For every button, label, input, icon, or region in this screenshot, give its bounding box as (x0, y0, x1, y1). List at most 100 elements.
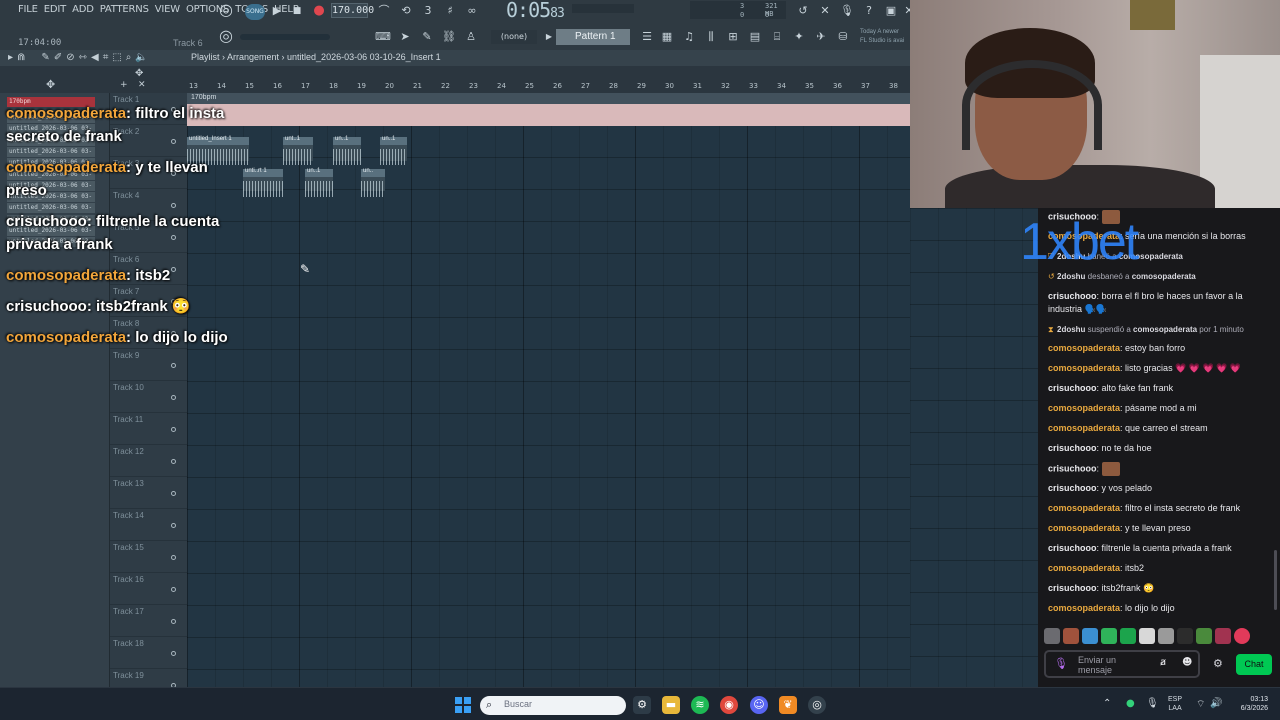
track-header[interactable]: Track 17 (110, 605, 187, 637)
blend-notes-icon[interactable]: ♯ (441, 3, 459, 19)
discord-icon[interactable]: ☺ (750, 696, 768, 714)
track-mute-icon[interactable] (171, 523, 176, 528)
paint-tool-icon[interactable]: ✐ (54, 52, 62, 63)
track-header[interactable]: Track 18 (110, 637, 187, 669)
undo-icon[interactable]: ↺ (794, 3, 812, 19)
chat-settings-icon[interactable]: ⚙ (1213, 657, 1223, 670)
settings-app-icon[interactable]: ⚙ (633, 696, 651, 714)
select-tool-icon[interactable]: ⬚ (112, 52, 121, 63)
volume-icon[interactable]: 🔊 (1210, 698, 1222, 709)
track-header[interactable]: Track 11 (110, 413, 187, 445)
loop-record-icon[interactable]: ∞ (463, 3, 481, 19)
plugin-db-icon[interactable]: ⌸ (768, 29, 786, 45)
tempo-display[interactable]: 170.000 (331, 3, 374, 18)
track-header[interactable]: Track 13 (110, 477, 187, 509)
menu-add[interactable]: ADD (72, 4, 94, 15)
stamp-icon[interactable]: ♙ (462, 29, 480, 45)
audio-clip[interactable]: unt..1 (283, 136, 313, 165)
menu-view[interactable]: VIEW (155, 4, 180, 15)
audio-clip[interactable]: unti..rt 1 (243, 168, 283, 197)
tray-status-icon[interactable]: ● (1126, 698, 1135, 709)
track-header[interactable]: Track 16 (110, 573, 187, 605)
emote-icon[interactable] (1044, 628, 1060, 644)
menu-patterns[interactable]: PATTERNS (100, 4, 149, 15)
emote-icon[interactable] (1139, 628, 1155, 644)
taskbar-clock[interactable]: 03:13 6/3/2026 (1228, 695, 1268, 713)
track-mute-icon[interactable] (171, 459, 176, 464)
track-mute-icon[interactable] (171, 491, 176, 496)
browser-icon[interactable]: ⊞ (724, 29, 742, 45)
track-mute-icon[interactable] (171, 363, 176, 368)
track-mute-icon[interactable] (171, 555, 176, 560)
wifi-icon[interactable]: ⌔ (1196, 698, 1205, 711)
play-icon[interactable]: ▶ (268, 3, 286, 19)
help-icon[interactable]: ? (860, 3, 878, 19)
piano-roll-icon[interactable]: ⌨ (374, 29, 392, 45)
snap-selector[interactable]: (none) (491, 30, 537, 44)
master-pitch-slider[interactable] (240, 34, 330, 40)
menu-file[interactable]: FILE (18, 4, 38, 15)
emote-icon[interactable] (1196, 628, 1212, 644)
emoji-picker-icon[interactable]: ☻ (1182, 657, 1192, 668)
mic-icon[interactable]: 🎙 (838, 3, 856, 19)
arrow-right-icon[interactable]: ➤ (396, 29, 414, 45)
link-icon[interactable]: ⛓ (440, 29, 458, 45)
zoom-tool-icon[interactable]: ⌕ (126, 52, 132, 63)
mixer-icon[interactable]: ♫ (680, 29, 698, 45)
metronome-icon[interactable]: ⌒ (375, 3, 393, 19)
emote-icon[interactable] (1234, 628, 1250, 644)
cart-icon[interactable]: ⛁ (834, 29, 852, 45)
file-explorer-icon[interactable]: ▬ (662, 696, 680, 714)
chat-scrollbar[interactable] (1274, 550, 1277, 610)
channel-rack-icon[interactable]: ▦ (658, 29, 676, 45)
brush-icon[interactable]: ✎ (418, 29, 436, 45)
playlist-grid[interactable]: 170bpm untitled_Insert 1 unt..1 un..1 un… (187, 93, 910, 687)
emote-icon[interactable] (1101, 628, 1117, 644)
track-mute-icon[interactable] (171, 427, 176, 432)
save-icon[interactable]: ▣ (882, 3, 900, 19)
emote-icon[interactable] (1082, 628, 1098, 644)
playlist-icon[interactable]: ☰ (638, 29, 656, 45)
track-mute-icon[interactable] (171, 395, 176, 400)
audio-clip[interactable]: un..1 (333, 136, 361, 165)
track-header[interactable]: Track 12 (110, 445, 187, 477)
emote-icon[interactable] (1158, 628, 1174, 644)
master-pitch-knob-icon[interactable]: ◎ (217, 28, 235, 44)
track-mute-icon[interactable] (171, 619, 176, 624)
countdown-icon[interactable]: 3 (419, 3, 437, 19)
tray-mic-icon[interactable]: 🎙 (1146, 698, 1159, 709)
track-mute-icon[interactable] (171, 651, 176, 656)
pattern-song-toggle[interactable]: SONG (245, 4, 265, 20)
track-header[interactable]: Track 15 (110, 541, 187, 573)
playback-tool-icon[interactable]: 🔈 (135, 52, 147, 63)
stop-icon[interactable]: ■ (288, 3, 306, 19)
chat-input[interactable]: 🎙 Enviar un mensaje ⱥ ☻ (1044, 650, 1200, 678)
taskbar-search[interactable]: ⌕ Buscar (480, 696, 626, 715)
chat-send-button[interactable]: Chat (1236, 654, 1272, 675)
record-icon[interactable]: ● (310, 3, 328, 19)
add-icon[interactable]: + (120, 80, 128, 90)
master-volume-knob-icon[interactable]: ◎ (217, 2, 235, 18)
emote-icon[interactable] (1177, 628, 1193, 644)
arrow-icon[interactable]: ▸ (8, 52, 13, 63)
track-header[interactable]: Track 14 (110, 509, 187, 541)
windows-start-icon[interactable] (455, 697, 471, 713)
automation-clip[interactable] (187, 104, 910, 126)
mute-tool-icon[interactable]: ⇿ (79, 52, 87, 63)
language-indicator[interactable]: ESP LAA (1168, 695, 1182, 713)
move-icon[interactable]: ✥ (135, 68, 143, 79)
plugin-picker-icon[interactable]: ▤ (746, 29, 764, 45)
tray-chevron-icon[interactable]: ⌃ (1103, 698, 1111, 709)
track-header[interactable]: Track 10 (110, 381, 187, 413)
menu-edit[interactable]: EDIT (44, 4, 66, 15)
draw-tool-icon[interactable]: ✎ (41, 52, 49, 63)
close-icon[interactable]: ✕ (138, 80, 146, 90)
magnet-icon[interactable]: ⋒ (17, 52, 25, 63)
spotify-icon[interactable]: ≋ (691, 696, 709, 714)
audio-clip[interactable]: un..1 (305, 168, 333, 197)
move-all-icon[interactable]: ✥ (46, 78, 55, 91)
emote-icon[interactable] (1215, 628, 1231, 644)
send-icon[interactable]: ✈ (812, 29, 830, 45)
emote-icon[interactable] (1120, 628, 1136, 644)
pattern-selector[interactable]: Pattern 1 (556, 29, 630, 45)
